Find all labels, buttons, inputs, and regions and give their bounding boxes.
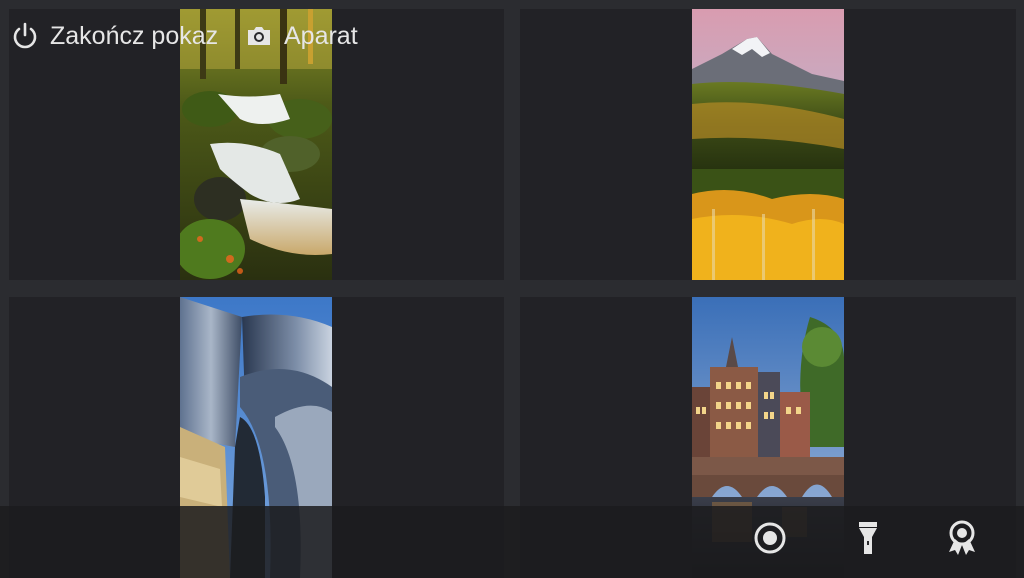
award-icon <box>945 519 979 562</box>
end-show-button[interactable]: Zakończ pokaz <box>10 0 218 72</box>
mountain-image <box>692 9 844 280</box>
power-icon <box>10 21 40 51</box>
camera-button[interactable]: Aparat <box>244 0 358 72</box>
camera-icon <box>244 21 274 51</box>
wallpaper-thumbnail-mountain[interactable] <box>692 9 844 280</box>
award-button[interactable] <box>944 520 980 560</box>
flashlight-button[interactable] <box>850 520 886 560</box>
flashlight-icon <box>853 519 883 562</box>
camera-label: Aparat <box>284 21 358 50</box>
record-button[interactable] <box>752 520 788 560</box>
wallpaper-grid <box>0 0 1024 578</box>
record-icon <box>752 520 788 561</box>
end-show-label: Zakończ pokaz <box>50 21 219 50</box>
wallpaper-tile-2[interactable] <box>520 9 1016 280</box>
